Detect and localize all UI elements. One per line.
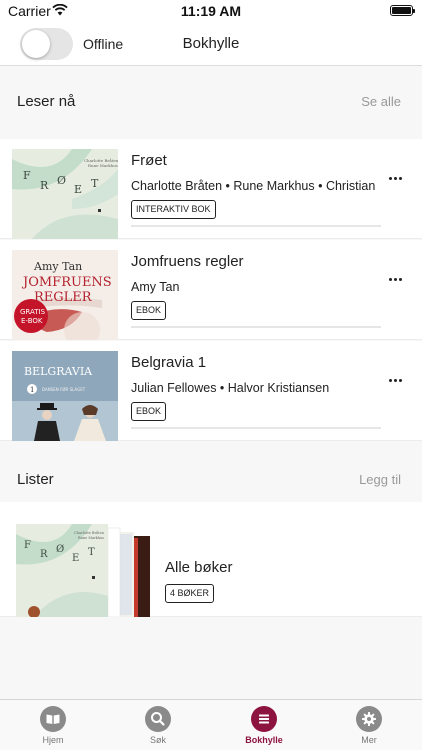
tab-mer[interactable]: Mer: [329, 706, 409, 745]
add-list-button[interactable]: Legg til: [359, 472, 401, 487]
svg-text:T: T: [91, 177, 99, 190]
cover-art: F R Ø E T Charlotte Bråten Rune Markhus: [12, 149, 118, 239]
book-title: Jomfruens regler: [131, 253, 244, 270]
status-time: 11:19 AM: [180, 3, 242, 19]
book-cover-jomfruens-regler: Amy Tan JOMFRUENS REGLER GRATIS E-BOK: [12, 250, 118, 340]
cover-art: Amy Tan JOMFRUENS REGLER GRATIS E-BOK: [12, 250, 118, 340]
svg-text:Charlotte Bråten: Charlotte Bråten: [74, 530, 105, 535]
book-format-badge: EBOK: [131, 301, 167, 320]
cover-art: BELGRAVIA 1 DANSEN FØR SLAGET: [12, 351, 118, 441]
tab-label: Bokhylle: [245, 735, 283, 745]
tab-label: Hjem: [42, 735, 64, 745]
more-options-icon[interactable]: [389, 278, 403, 282]
book-cover-belgravia: BELGRAVIA 1 DANSEN FØR SLAGET: [12, 351, 118, 441]
svg-text:Rune Markhus: Rune Markhus: [78, 536, 104, 540]
more-options-icon[interactable]: [389, 177, 403, 181]
book-row-jomfruens-regler[interactable]: Amy Tan JOMFRUENS REGLER GRATIS E-BOK Jo…: [0, 240, 422, 340]
book-title: Frøet: [131, 152, 167, 169]
book-authors: Charlotte Bråten • Rune Markhus • Christ…: [131, 179, 376, 193]
search-icon: [145, 706, 171, 732]
reading-section-header: Leser nå Se alle: [0, 88, 422, 118]
list-title: Alle bøker: [165, 559, 233, 576]
cover-title-text-2: REGLER: [34, 290, 93, 305]
svg-text:F: F: [23, 169, 31, 182]
cover-sticker-text-1: GRATIS: [20, 308, 46, 316]
see-all-button[interactable]: Se alle: [361, 94, 401, 109]
reading-progress-bar: [131, 427, 381, 429]
book-authors: Julian Fellowes • Halvor Kristiansen: [131, 381, 330, 395]
status-bar: Carrier 11:19 AM: [0, 0, 422, 22]
page-title: Bokhylle: [182, 35, 240, 52]
more-options-icon[interactable]: [389, 379, 403, 383]
svg-text:T: T: [88, 547, 95, 558]
svg-text:E: E: [72, 553, 79, 564]
cover-author-text: Amy Tan: [33, 260, 82, 273]
book-row-belgravia[interactable]: BELGRAVIA 1 DANSEN FØR SLAGET Belgravia …: [0, 341, 422, 441]
tab-bokhylle[interactable]: Bokhylle: [224, 706, 304, 745]
tab-hjem[interactable]: Hjem: [13, 706, 93, 745]
list-cover-stack: F R Ø E T Charlotte Bråten Rune Markhus: [14, 524, 154, 617]
cover-title-text: BELGRAVIA: [24, 365, 93, 378]
tab-sok[interactable]: Søk: [118, 706, 198, 745]
svg-text:Ø: Ø: [57, 174, 66, 187]
book-cover-froet: F R Ø E T Charlotte Bråten Rune Markhus: [12, 149, 118, 239]
gear-icon: [356, 706, 382, 732]
book-format-badge: INTERAKTIV BOK: [131, 200, 216, 219]
list-count-badge: 4 BØKER: [165, 584, 215, 603]
svg-text:E: E: [74, 183, 82, 196]
tab-bar: Hjem Søk Bokhylle Mer: [0, 699, 422, 750]
svg-text:F: F: [24, 540, 31, 551]
stacked-covers: F R Ø E T Charlotte Bråten Rune Markhus: [16, 524, 150, 617]
svg-text:Ø: Ø: [56, 544, 64, 555]
reading-section-title: Leser nå: [17, 93, 76, 110]
battery-icon: [390, 5, 415, 16]
svg-text:R: R: [40, 549, 48, 560]
book-authors: Amy Tan: [131, 280, 180, 294]
book-icon: [40, 706, 66, 732]
book-format-badge: EBOK: [131, 402, 167, 421]
reading-progress-bar: [131, 326, 381, 328]
nav-bar: Offline Bokhylle: [0, 22, 422, 66]
cover-number-text: 1: [30, 386, 34, 394]
lists-section-title: Lister: [17, 471, 54, 488]
book-row-froet[interactable]: F R Ø E T Charlotte Bråten Rune Markhus …: [0, 139, 422, 239]
book-title: Belgravia 1: [131, 354, 207, 371]
cover-title-text-1: JOMFRUENS: [21, 275, 112, 290]
list-item-alle-boker[interactable]: F R Ø E T Charlotte Bråten Rune Markhus …: [0, 502, 422, 617]
svg-text:R: R: [40, 179, 49, 192]
svg-text:Rune Markhus: Rune Markhus: [88, 163, 118, 168]
tab-label: Mer: [361, 735, 377, 745]
lists-section-header: Lister Legg til: [0, 466, 422, 496]
cover-sticker-text-2: E-BOK: [21, 317, 43, 325]
bookshelf-icon: [251, 706, 277, 732]
reading-progress-bar: [131, 225, 381, 227]
tab-label: Søk: [149, 735, 166, 745]
cover-subtitle-text: DANSEN FØR SLAGET: [42, 387, 86, 392]
